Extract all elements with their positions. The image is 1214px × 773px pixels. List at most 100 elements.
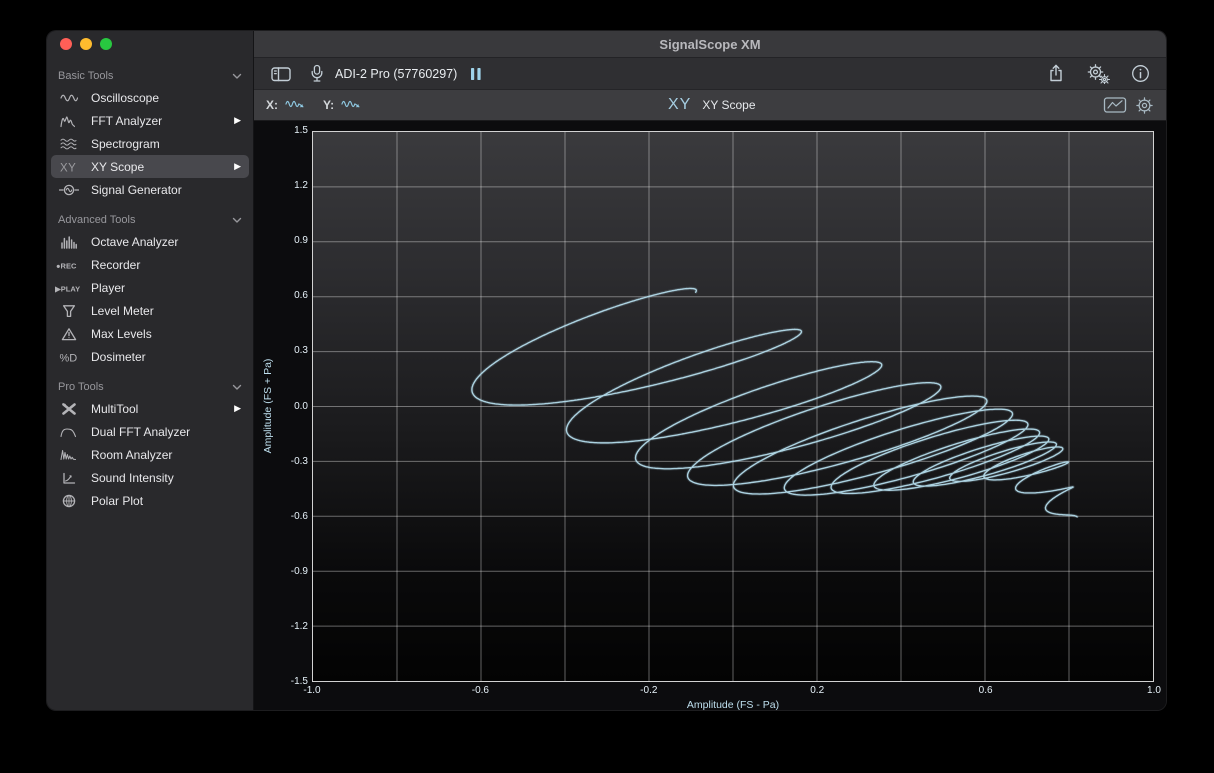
info-icon[interactable] (1131, 64, 1150, 83)
signal-generator-icon (53, 182, 85, 198)
y-signal-wave-icon[interactable] (341, 98, 363, 112)
sidebar-item-sound-intensity[interactable]: Sound Intensity (51, 466, 249, 489)
tool-label: Room Analyzer (91, 448, 172, 462)
xy-scope-plot (313, 132, 1153, 681)
x-channel-selector[interactable]: X: (266, 98, 307, 112)
x-tick-label: 1.0 (1132, 685, 1167, 697)
sound-intensity-icon (53, 470, 85, 486)
x-signal-wave-icon[interactable] (285, 98, 307, 112)
y-tick-label: 1.2 (264, 180, 308, 192)
spectrogram-icon (53, 136, 85, 152)
tool-label: XY Scope (91, 160, 144, 174)
pause-icon[interactable] (469, 66, 483, 82)
y-tick-label: 0.0 (264, 401, 308, 413)
xy-plot-pane: Amplitude (FS + Pa) Amplitude (FS - Pa) … (254, 121, 1166, 710)
y-tick-label: -0.6 (264, 511, 308, 523)
sidebar-item-multitool[interactable]: MultiTool ▶ (51, 397, 249, 420)
tool-label: Polar Plot (91, 494, 143, 508)
y-channel-label: Y: (323, 98, 334, 112)
submenu-arrow-icon[interactable]: ▶ (234, 162, 241, 171)
chart-display-icon[interactable] (1103, 96, 1127, 114)
level-meter-funnel-icon (53, 303, 85, 319)
section-label: Pro Tools (58, 381, 104, 393)
x-tick-label: -0.2 (627, 685, 671, 697)
plot-grid-region[interactable] (312, 131, 1154, 682)
x-tick-label: 0.6 (964, 685, 1008, 697)
gear-icon[interactable] (1135, 96, 1154, 115)
sidebar-item-fft-analyzer[interactable]: FFT Analyzer ▶ (51, 109, 249, 132)
sidebar-toggle-icon[interactable] (270, 65, 292, 83)
tool-label: FFT Analyzer (91, 114, 162, 128)
y-tick-label: -0.3 (264, 456, 308, 468)
sidebar-item-spectrogram[interactable]: Spectrogram (51, 132, 249, 155)
tool-label: Oscilloscope (91, 91, 159, 105)
scope-options-bar: X: Y: XY XY Scope (254, 90, 1166, 121)
sidebar-item-polar-plot[interactable]: Polar Plot (51, 489, 249, 512)
y-tick-label: -1.2 (264, 621, 308, 633)
sidebar: Basic Tools Oscilloscope FFT Analyzer ▶ Spec… (47, 31, 254, 710)
submenu-arrow-icon[interactable]: ▶ (234, 116, 241, 125)
sidebar-item-signal-generator[interactable]: Signal Generator (51, 178, 249, 201)
tool-label: Recorder (91, 258, 140, 272)
x-tick-label: 0.2 (795, 685, 839, 697)
dosimeter-icon: %D (53, 349, 85, 365)
toolbar: ADI-2 Pro (57760297) (254, 58, 1166, 90)
microphone-icon[interactable] (309, 64, 325, 83)
sidebar-item-oscilloscope[interactable]: Oscilloscope (51, 86, 249, 109)
xy-scope-icon: XY (53, 159, 85, 175)
minimize-button[interactable] (80, 38, 92, 50)
section-label: Basic Tools (58, 70, 113, 82)
input-device-label[interactable]: ADI-2 Pro (57760297) (335, 67, 457, 81)
record-icon: ●REC (53, 257, 85, 273)
tool-label: Signal Generator (91, 183, 182, 197)
tool-label: Player (91, 281, 125, 295)
oscilloscope-sine-icon (53, 90, 85, 106)
chevron-down-icon[interactable] (232, 73, 242, 80)
sidebar-item-level-meter[interactable]: Level Meter (51, 299, 249, 322)
y-tick-label: 1.5 (264, 125, 308, 137)
y-channel-selector[interactable]: Y: (323, 98, 363, 112)
tool-label: Dosimeter (91, 350, 146, 364)
share-icon[interactable] (1047, 64, 1065, 83)
title-bar[interactable]: SignalScope XM (254, 31, 1166, 58)
sidebar-item-player[interactable]: ▶PLAY Player (51, 276, 249, 299)
sidebar-item-dosimeter[interactable]: %D Dosimeter (51, 345, 249, 368)
chevron-down-icon[interactable] (232, 217, 242, 224)
fft-analyzer-icon (53, 113, 85, 129)
sidebar-item-octave-analyzer[interactable]: Octave Analyzer (51, 230, 249, 253)
scope-title: XY XY Scope (668, 90, 756, 120)
sidebar-section-basic-tools[interactable]: Basic Tools (51, 66, 249, 86)
sidebar-item-recorder[interactable]: ●REC Recorder (51, 253, 249, 276)
svg-text:XY: XY (60, 162, 76, 174)
sidebar-item-max-levels[interactable]: Max Levels (51, 322, 249, 345)
chevron-down-icon[interactable] (232, 384, 242, 391)
scope-name: XY Scope (702, 98, 755, 112)
play-icon: ▶PLAY (53, 280, 85, 296)
sidebar-item-dual-fft-analyzer[interactable]: Dual FFT Analyzer (51, 420, 249, 443)
close-button[interactable] (60, 38, 72, 50)
window-controls (47, 31, 253, 57)
main-pane: SignalScope XM ADI-2 Pro (57760297) X: Y… (254, 31, 1166, 710)
y-tick-label: 0.9 (264, 235, 308, 247)
sidebar-item-xy-scope[interactable]: XY XY Scope ▶ (51, 155, 249, 178)
y-tick-label: 0.3 (264, 345, 308, 357)
warning-triangle-icon (53, 326, 85, 342)
svg-text:%D: %D (60, 352, 78, 364)
tool-label: MultiTool (91, 402, 138, 416)
y-tick-label: -0.9 (264, 566, 308, 578)
x-channel-label: X: (266, 98, 278, 112)
submenu-arrow-icon[interactable]: ▶ (234, 404, 241, 413)
xy-badge: XY (668, 96, 691, 114)
polar-plot-icon (53, 493, 85, 509)
svg-text:▶PLAY: ▶PLAY (55, 284, 80, 293)
zoom-button[interactable] (100, 38, 112, 50)
tool-label: Octave Analyzer (91, 235, 178, 249)
sidebar-section-pro-tools[interactable]: Pro Tools (51, 377, 249, 397)
sidebar-section-advanced-tools[interactable]: Advanced Tools (51, 210, 249, 230)
tool-label: Spectrogram (91, 137, 160, 151)
x-axis-title: Amplitude (FS - Pa) (663, 699, 803, 711)
room-analyzer-icon (53, 447, 85, 463)
sidebar-item-room-analyzer[interactable]: Room Analyzer (51, 443, 249, 466)
tool-label: Max Levels (91, 327, 152, 341)
settings-gears-icon[interactable] (1086, 64, 1110, 84)
